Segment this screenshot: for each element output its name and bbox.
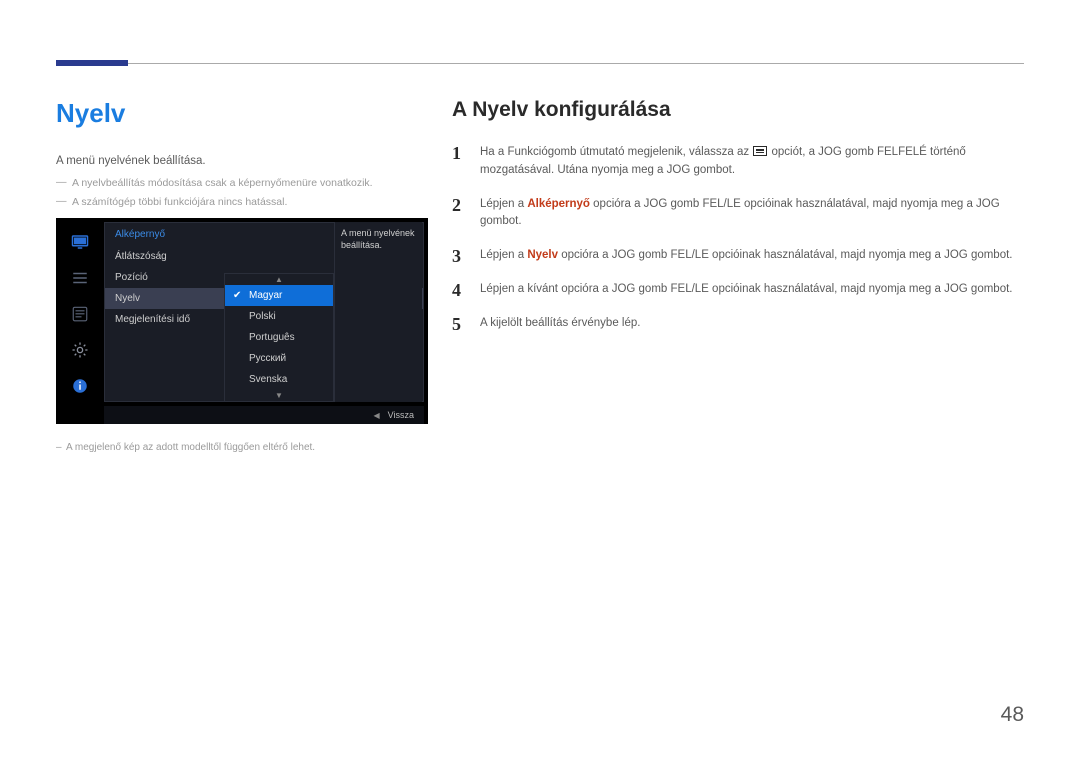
left-column: Nyelv A menü nyelvének beállítása. A nye… — [56, 98, 426, 453]
osd-row-label: Nyelv — [115, 293, 140, 304]
note-2: A számítógép többi funkciójára nincs hat… — [56, 196, 426, 208]
osd-row-label: Átlátszóság — [115, 251, 167, 262]
dropdown-item-label: Magyar — [249, 290, 282, 301]
dropdown-item-label: Polski — [249, 311, 276, 322]
page-number: 48 — [1001, 703, 1024, 727]
step-2: 2 Lépjen a Alképernyő opcióra a JOG gomb… — [452, 196, 1024, 232]
menu-icon — [66, 264, 94, 292]
triangle-left-icon: ◀ — [373, 411, 379, 420]
osd-footnote: A megjelenő kép az adott modelltől függő… — [56, 442, 426, 453]
dropdown-item: Русский — [225, 348, 333, 369]
chevron-up-icon: ▲ — [225, 274, 333, 285]
info-icon — [66, 372, 94, 400]
back-label: Vissza — [388, 410, 414, 420]
dropdown-item: Polski — [225, 306, 333, 327]
monitor-icon — [66, 228, 94, 256]
step-number: 4 — [452, 281, 466, 299]
step-5: 5 A kijelölt beállítás érvénybe lép. — [452, 315, 1024, 333]
step-text: A kijelölt beállítás érvénybe lép. — [480, 315, 640, 333]
osd-screenshot: Alképernyő Átlátszóság Be Pozíció Nyelv … — [56, 218, 428, 424]
chevron-down-icon: ▼ — [225, 390, 333, 401]
step-1: 1 Ha a Funkciógomb útmutató megjelenik, … — [452, 144, 1024, 180]
osd-dropdown: ▲ ✔ Magyar Polski Português Русский Sven… — [224, 273, 334, 402]
check-icon: ✔ — [233, 290, 243, 301]
step-number: 3 — [452, 247, 466, 265]
step-number: 5 — [452, 315, 466, 333]
step-text: Lépjen a Alképernyő opcióra a JOG gomb F… — [480, 196, 1024, 232]
menu-glyph-icon — [753, 146, 767, 156]
instructions-title: A Nyelv konfigurálása — [452, 98, 1024, 122]
dropdown-item-label: Svenska — [249, 374, 287, 385]
section-desc: A menü nyelvének beállítása. — [56, 155, 426, 167]
step-text: Lépjen a Nyelv opcióra a JOG gomb FEL/LE… — [480, 247, 1013, 265]
dropdown-item-label: Русский — [249, 353, 286, 364]
step-text: Lépjen a kívánt opcióra a JOG gomb FEL/L… — [480, 281, 1012, 299]
header-rule — [56, 63, 1024, 64]
step-text: Ha a Funkciógomb útmutató megjelenik, vá… — [480, 144, 1024, 180]
list-icon — [66, 300, 94, 328]
right-column: A Nyelv konfigurálása 1 Ha a Funkciógomb… — [452, 98, 1024, 349]
osd-sidebar — [66, 228, 100, 400]
osd-footer: ◀ Vissza — [104, 406, 424, 424]
steps-list: 1 Ha a Funkciógomb útmutató megjelenik, … — [452, 144, 1024, 333]
osd-row-label: Megjelenítési idő — [115, 314, 190, 325]
note-1: A nyelvbeállítás módosítása csak a képer… — [56, 177, 426, 189]
dropdown-item-selected: ✔ Magyar — [225, 285, 333, 306]
osd-row-label: Pozíció — [115, 272, 148, 283]
step-3: 3 Lépjen a Nyelv opcióra a JOG gomb FEL/… — [452, 247, 1024, 265]
dropdown-item: Português — [225, 327, 333, 348]
step-number: 1 — [452, 144, 466, 180]
dropdown-item: Svenska — [225, 369, 333, 390]
step-number: 2 — [452, 196, 466, 232]
step-4: 4 Lépjen a kívánt opcióra a JOG gomb FEL… — [452, 281, 1024, 299]
osd-info-panel: A menü nyelvének beállítása. — [334, 222, 422, 402]
header-accent — [56, 60, 128, 66]
gear-icon — [66, 336, 94, 364]
dropdown-item-label: Português — [249, 332, 295, 343]
section-title: Nyelv — [56, 98, 426, 129]
